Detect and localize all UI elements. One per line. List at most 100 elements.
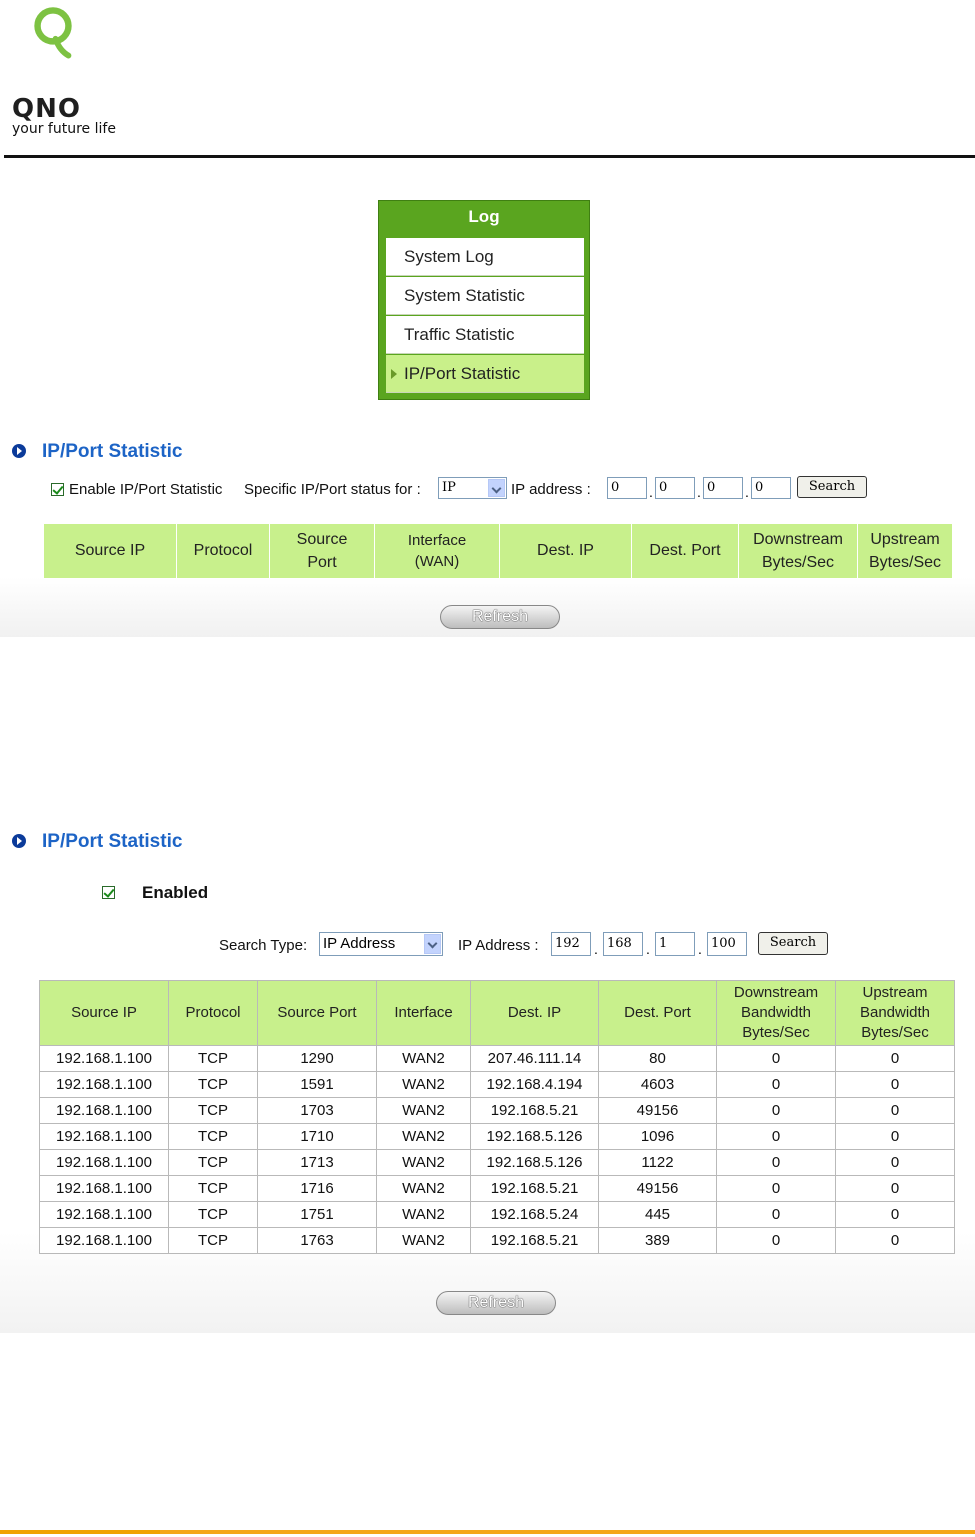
table-row: 192.168.1.100 TCP 1703 WAN2 192.168.5.21 4915… [39, 1097, 955, 1124]
statistic-table: Source IP Protocol Source Port Interface… [39, 980, 955, 1254]
table-cell: WAN2 [376, 1201, 471, 1228]
table-cell: TCP [168, 1045, 258, 1072]
ip-octet-3-input[interactable]: 1 [655, 932, 695, 956]
table-cell: 192.168.5.24 [470, 1201, 599, 1228]
table-cell: TCP [168, 1175, 258, 1202]
search-button[interactable]: Search [758, 932, 828, 955]
table-cell: 0 [835, 1097, 955, 1124]
table-cell: 207.46.111.14 [470, 1045, 599, 1072]
table-cell: 1122 [598, 1149, 717, 1176]
table-row: 192.168.1.100 TCP 1716 WAN2 192.168.5.21 4915… [39, 1175, 955, 1202]
table-cell: WAN2 [376, 1097, 471, 1124]
ip-octet-2-input[interactable]: 168 [603, 932, 643, 956]
table-cell: 4603 [598, 1071, 717, 1098]
table-cell: TCP [168, 1097, 258, 1124]
ip-address-label: IP address : [511, 481, 591, 498]
table-cell: 1710 [257, 1123, 377, 1150]
menu-item-ip-port-statistic[interactable]: IP/Port Statistic [386, 355, 584, 393]
statistic-table-empty: Source IP Protocol Source Port Interface… [43, 523, 953, 579]
table-cell: WAN2 [376, 1149, 471, 1176]
table-cell: TCP [168, 1071, 258, 1098]
col-dest-port: Dest. Port [598, 980, 717, 1046]
ip-octet-1-input[interactable]: 0 [607, 477, 647, 499]
table-row: 192.168.1.100 TCP 1591 WAN2 192.168.4.194 460… [39, 1071, 955, 1098]
search-button[interactable]: Search [797, 476, 867, 498]
table-cell: WAN2 [376, 1227, 471, 1254]
menu-item-label: System Statistic [404, 286, 525, 305]
search-type-label: Search Type: [219, 937, 308, 954]
table-cell: WAN2 [376, 1175, 471, 1202]
table-cell: 192.168.5.126 [470, 1123, 599, 1150]
table-row: 192.168.1.100 TCP 1290 WAN2 207.46.111.14 80 0… [39, 1045, 955, 1072]
table-cell: 1763 [257, 1227, 377, 1254]
col-upstream: Upstream Bytes/Sec [857, 523, 953, 579]
arrow-bullet-icon [12, 834, 26, 848]
menu-item-label: Traffic Statistic [404, 325, 515, 344]
footer-rule [0, 1530, 975, 1534]
log-menu: Log System Log System Statistic Traffic … [378, 200, 590, 400]
ip-separator: . [697, 484, 701, 500]
col-protocol: Protocol [176, 523, 270, 579]
enable-statistic-label: Enable IP/Port Statistic [69, 481, 223, 498]
refresh-button[interactable]: Refresh [436, 1291, 556, 1315]
table-cell: 0 [835, 1071, 955, 1098]
table-cell: 192.168.1.100 [39, 1175, 169, 1202]
col-interface: Interface [376, 980, 471, 1046]
ip-separator: . [745, 484, 749, 500]
table-cell: 0 [835, 1227, 955, 1254]
table-cell: 80 [598, 1045, 717, 1072]
table-cell: TCP [168, 1227, 258, 1254]
menu-item-system-log[interactable]: System Log [386, 238, 584, 276]
table-cell: 1703 [257, 1097, 377, 1124]
table-cell: 0 [716, 1071, 836, 1098]
ip-separator: . [649, 484, 653, 500]
table-cell: 192.168.1.100 [39, 1045, 169, 1072]
enabled-checkbox[interactable] [102, 886, 115, 899]
status-type-select[interactable]: IP [438, 477, 507, 499]
table-cell: 0 [716, 1045, 836, 1072]
chevron-down-icon[interactable] [488, 479, 505, 497]
table-cell: 192.168.4.194 [470, 1071, 599, 1098]
col-source-ip: Source IP [39, 980, 169, 1046]
table-header-row: Source IP Protocol Source Port Interface… [43, 523, 953, 579]
section-title: IP/Port Statistic [42, 831, 183, 852]
table-cell: 0 [716, 1201, 836, 1228]
header-divider [4, 155, 975, 158]
table-cell: 192.168.5.21 [470, 1227, 599, 1254]
col-dest-port: Dest. Port [631, 523, 739, 579]
enable-statistic-checkbox[interactable] [51, 483, 64, 496]
col-source-port: Source Port [257, 980, 377, 1046]
table-cell: TCP [168, 1123, 258, 1150]
col-protocol: Protocol [168, 980, 258, 1046]
ip-octet-4-input[interactable]: 0 [751, 477, 791, 499]
table-cell: 445 [598, 1201, 717, 1228]
menu-item-traffic-statistic[interactable]: Traffic Statistic [386, 316, 584, 354]
table-row: 192.168.1.100 TCP 1710 WAN2 192.168.5.126 109… [39, 1123, 955, 1150]
table-cell: 0 [716, 1149, 836, 1176]
col-downstream: Downstream Bandwidth Bytes/Sec [716, 980, 836, 1046]
search-type-select[interactable]: IP Address [319, 932, 443, 956]
section-title: IP/Port Statistic [42, 441, 183, 462]
logo-q-icon [34, 7, 72, 59]
logo-tagline: your future life [12, 121, 116, 137]
table-cell: 1751 [257, 1201, 377, 1228]
menu-item-system-statistic[interactable]: System Statistic [386, 277, 584, 315]
ip-octet-4-input[interactable]: 100 [707, 932, 747, 956]
chevron-down-icon[interactable] [424, 934, 441, 954]
specific-status-label: Specific IP/Port status for : [244, 481, 421, 498]
table-cell: WAN2 [376, 1045, 471, 1072]
ip-octet-1-input[interactable]: 192 [551, 932, 591, 956]
table-cell: 192.168.1.100 [39, 1227, 169, 1254]
table-cell: TCP [168, 1149, 258, 1176]
table-cell: 0 [716, 1175, 836, 1202]
table-row: 192.168.1.100 TCP 1751 WAN2 192.168.5.24 445 0… [39, 1201, 955, 1228]
table-cell: 192.168.1.100 [39, 1123, 169, 1150]
table-cell: 1716 [257, 1175, 377, 1202]
ip-octet-2-input[interactable]: 0 [655, 477, 695, 499]
enabled-label: Enabled [142, 883, 209, 902]
table-cell: WAN2 [376, 1071, 471, 1098]
table-cell: 0 [835, 1123, 955, 1150]
refresh-button[interactable]: Refresh [440, 605, 560, 629]
ip-octet-3-input[interactable]: 0 [703, 477, 743, 499]
arrow-bullet-icon [12, 444, 26, 458]
